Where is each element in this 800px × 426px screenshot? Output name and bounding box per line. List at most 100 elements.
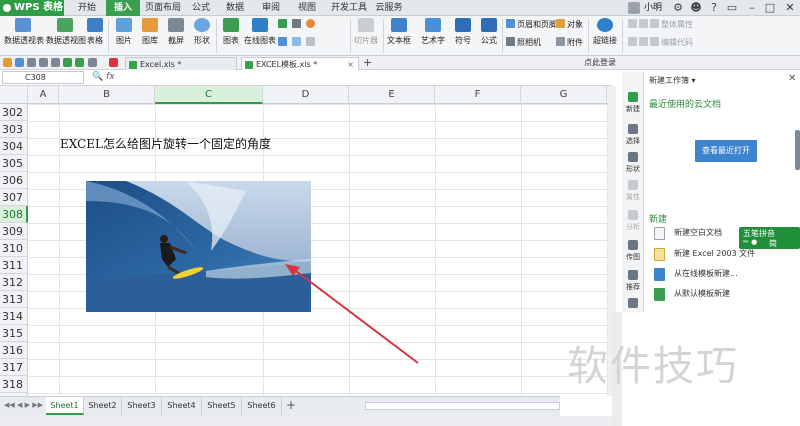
scatter-chart-button[interactable] xyxy=(292,19,303,31)
ime-tools-icon[interactable]: ✂ ● xyxy=(743,238,757,246)
top-login-link[interactable]: 点此登录 xyxy=(584,57,616,68)
tab-home[interactable]: 开始 xyxy=(70,0,104,16)
location-pin-icon xyxy=(628,270,638,280)
avatar[interactable] xyxy=(628,2,640,14)
ribbon-divider xyxy=(622,19,623,53)
settings-icon[interactable]: ⚙ xyxy=(670,0,686,16)
new-doc-icon xyxy=(628,92,638,102)
equation-button[interactable]: 公式 xyxy=(478,18,500,46)
hyperlink-button[interactable]: 超链接 xyxy=(592,18,618,46)
line-chart-button[interactable] xyxy=(278,19,289,31)
add-sheet-icon[interactable]: + xyxy=(286,398,296,412)
ribbon-divider xyxy=(502,19,503,53)
gallery-button[interactable]: 图库 xyxy=(138,18,162,46)
pivot-chart-button[interactable]: 数据透视图 xyxy=(46,18,86,46)
picture-button[interactable]: 图片 xyxy=(112,18,136,46)
open-recent-button[interactable]: 查看最近打开 xyxy=(695,140,757,162)
textbox-icon xyxy=(391,18,407,32)
tab-data[interactable]: 数据 xyxy=(220,0,250,16)
restore-icon[interactable]: ▭ xyxy=(724,0,740,16)
attribute-icon xyxy=(628,19,637,28)
preview-icon[interactable] xyxy=(51,58,60,67)
slicer-button[interactable]: 切片器 xyxy=(354,18,378,46)
pie-chart-icon xyxy=(306,19,315,28)
fx-icon[interactable]: fx xyxy=(106,72,115,82)
sheet-nav-arrows[interactable]: ◀◀ ◀ ▶ ▶▶ xyxy=(4,401,43,409)
close-icon[interactable]: ✕ xyxy=(782,0,798,16)
default-template-icon xyxy=(654,288,665,301)
side-nav-properties[interactable]: 属性 xyxy=(622,180,644,202)
shape-button[interactable]: 形状 xyxy=(190,18,214,46)
name-box[interactable]: C308 xyxy=(2,71,84,84)
print-icon[interactable] xyxy=(39,58,48,67)
open-folder-icon[interactable] xyxy=(3,58,12,67)
wordart-button[interactable]: 艺术字 xyxy=(420,18,446,46)
redo-icon[interactable] xyxy=(75,58,84,67)
side-nav-select[interactable]: 选择 xyxy=(622,124,644,146)
help-icon[interactable]: ? xyxy=(706,0,722,16)
online-chart-button[interactable]: 在线图表 xyxy=(244,18,276,46)
doc-tab-excel[interactable]: Excel.xls * xyxy=(125,57,237,70)
save-icon[interactable] xyxy=(15,58,24,67)
search-icon[interactable]: 🔍 xyxy=(92,72,103,82)
code-icon xyxy=(639,37,648,46)
user-name[interactable]: 小明 xyxy=(644,0,662,16)
side-nav-recommend[interactable]: 推荐 xyxy=(622,270,644,292)
upload-image-icon xyxy=(628,240,638,250)
camera-button[interactable]: 照相机 xyxy=(506,37,541,49)
side-nav-upload-image[interactable]: 传图 xyxy=(622,240,644,262)
minimize-icon[interactable]: – xyxy=(744,0,760,16)
app-logo-button[interactable]: WPS 表格 xyxy=(0,0,64,16)
header-footer-button[interactable]: 页眉和页脚 xyxy=(506,19,557,31)
tab-developer[interactable]: 开发工具 xyxy=(328,0,370,16)
chevron-down-icon[interactable] xyxy=(88,58,97,67)
tab-cloud[interactable]: 云服务 xyxy=(372,0,406,16)
sheet-tab-4[interactable]: Sheet4 xyxy=(162,397,202,415)
tab-insert[interactable]: 插入 xyxy=(106,0,140,16)
horizontal-scrollbar[interactable] xyxy=(365,402,560,410)
sheet-tab-5[interactable]: Sheet5 xyxy=(202,397,242,415)
add-tab-icon[interactable]: + xyxy=(363,56,372,69)
task-pane-title[interactable]: 新建工作簿 ▾ xyxy=(649,75,696,86)
tab-formula[interactable]: 公式 xyxy=(186,0,216,16)
other-chart-button[interactable] xyxy=(306,37,317,49)
maximize-icon[interactable]: □ xyxy=(762,0,778,16)
pivot-table-button[interactable]: 数据透视表 xyxy=(4,18,44,46)
edit-code-button[interactable]: 编辑代码 xyxy=(628,37,693,49)
close-icon[interactable]: ✕ xyxy=(788,73,796,84)
status-bar xyxy=(0,416,612,426)
doc-tab-excel-template[interactable]: EXCEL模板.xls * × xyxy=(241,57,359,70)
tab-view[interactable]: 视图 xyxy=(292,0,322,16)
tab-page-layout[interactable]: 页面布局 xyxy=(142,0,184,16)
header-footer-icon xyxy=(506,19,515,28)
blank-doc-icon xyxy=(654,227,665,240)
undo-icon[interactable] xyxy=(63,58,72,67)
pane-scroll-handle[interactable] xyxy=(795,130,800,170)
ime-toolbar[interactable]: 五笔拼音 简 ✂ ● xyxy=(739,227,800,249)
whole-attribute-button[interactable]: 整体属性 xyxy=(628,19,693,31)
side-nav-shape[interactable]: 形状 xyxy=(622,152,644,174)
screenshot-button[interactable]: 截屏 xyxy=(164,18,188,46)
sheet-tab-1[interactable]: Sheet1 xyxy=(46,397,84,415)
code-icon xyxy=(650,37,659,46)
bar-chart-button[interactable] xyxy=(278,37,289,49)
sheet-tab-2[interactable]: Sheet2 xyxy=(84,397,122,415)
watermark-text: 软件技巧 xyxy=(567,342,739,390)
symbol-button[interactable]: 符号 xyxy=(452,18,474,46)
skin-icon[interactable]: ☻ xyxy=(688,0,704,16)
side-nav-new[interactable]: 新建 xyxy=(622,92,644,114)
export-icon[interactable] xyxy=(27,58,36,67)
pie-chart-button[interactable] xyxy=(306,19,317,31)
area-chart-button[interactable] xyxy=(292,37,303,49)
chart-button[interactable]: 图表 xyxy=(220,18,242,46)
side-nav-analysis[interactable]: 分析 xyxy=(622,210,644,232)
tab-review[interactable]: 审阅 xyxy=(256,0,286,16)
wps-icon[interactable] xyxy=(109,58,118,67)
textbox-button[interactable]: 文本框 xyxy=(387,18,411,46)
table-button[interactable]: 表格 xyxy=(86,18,104,46)
object-button[interactable]: 对象 xyxy=(556,19,583,31)
attachment-button[interactable]: 附件 xyxy=(556,37,583,49)
sheet-tab-3[interactable]: Sheet3 xyxy=(122,397,162,415)
side-nav-delete[interactable] xyxy=(622,298,644,310)
sheet-tab-6[interactable]: Sheet6 xyxy=(242,397,282,415)
